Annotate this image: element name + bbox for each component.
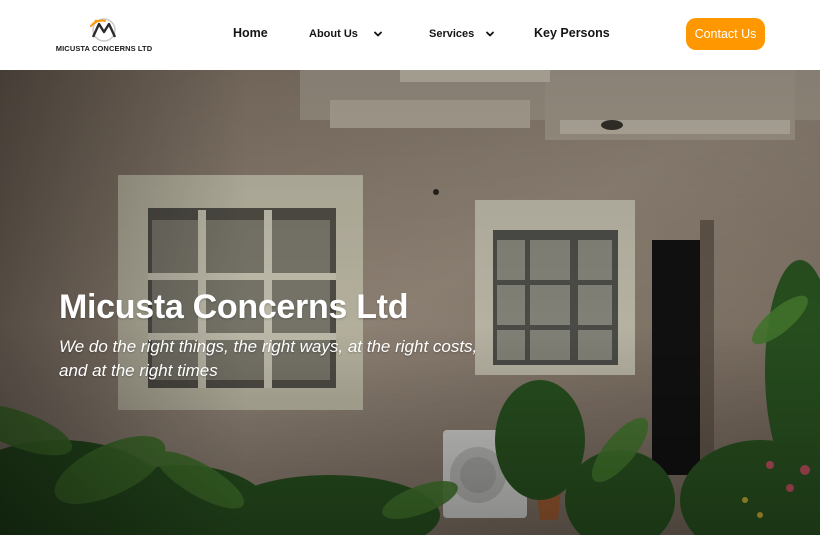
- contact-us-button[interactable]: Contact Us: [686, 18, 765, 50]
- hero-title: Micusta Concerns Ltd: [59, 288, 409, 326]
- chevron-down-icon: [373, 31, 382, 37]
- nav-key-persons[interactable]: Key Persons: [534, 26, 610, 40]
- site-header: MICUSTA CONCERNS LTD Home About Us Servi…: [0, 0, 820, 70]
- nav-home[interactable]: Home: [233, 26, 268, 40]
- hero-subtitle: We do the right things, the right ways, …: [59, 337, 478, 380]
- nav-services[interactable]: Services: [429, 28, 496, 40]
- micusta-logo-icon: [90, 18, 117, 42]
- chevron-down-icon: [486, 31, 495, 37]
- site-logo[interactable]: MICUSTA CONCERNS LTD: [54, 17, 154, 57]
- hero-section: Micusta Concerns Ltd We do the right thi…: [0, 70, 820, 535]
- nav-services-label: Services: [429, 28, 475, 40]
- nav-about-us[interactable]: About Us: [309, 28, 384, 40]
- nav-about-label: About Us: [309, 28, 358, 40]
- logo-text: MICUSTA CONCERNS LTD: [55, 44, 153, 53]
